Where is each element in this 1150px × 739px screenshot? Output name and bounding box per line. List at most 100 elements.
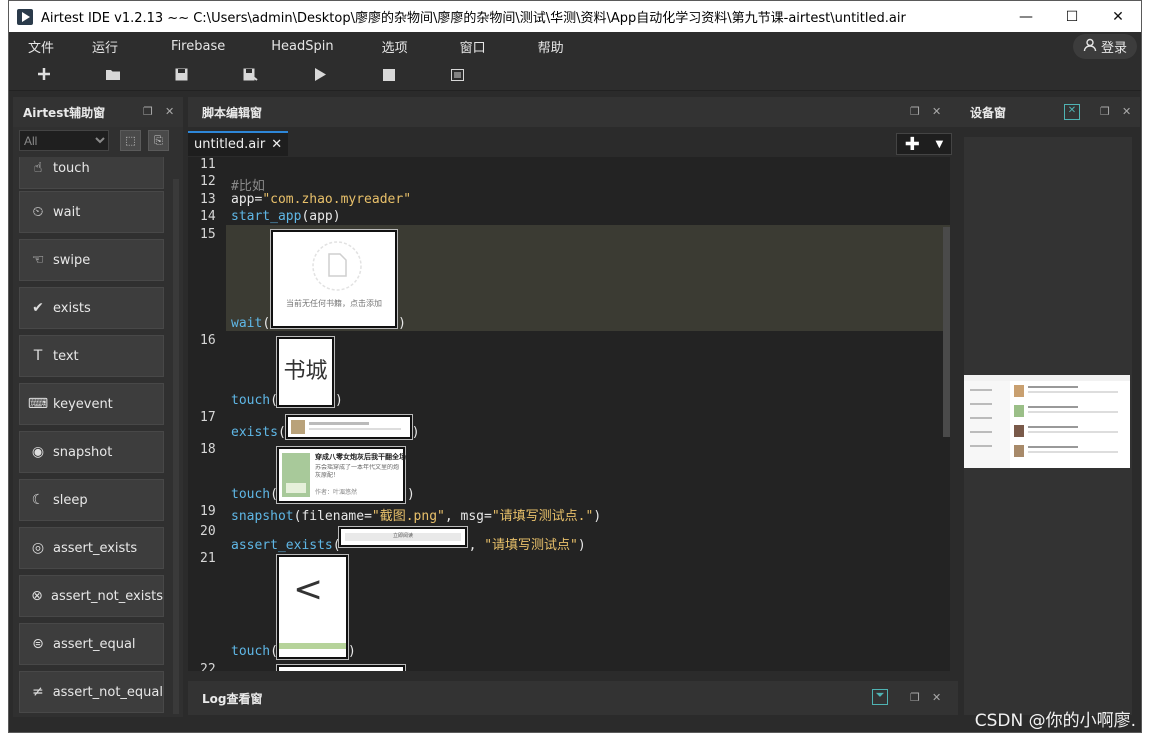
- login-label: 登录: [1100, 41, 1127, 56]
- main-toolbar: [9, 61, 1141, 91]
- api-item-snapshot[interactable]: ◉ snapshot: [19, 431, 164, 473]
- api-item-label: keyevent: [53, 396, 113, 412]
- menu-window[interactable]: 窗口: [434, 37, 512, 56]
- poco-record-button[interactable]: ⎘: [148, 130, 169, 151]
- api-item-assert-equal[interactable]: ⊜ assert_equal: [19, 623, 164, 665]
- close-panel-icon[interactable]: ✕: [932, 691, 941, 704]
- line-number: 20: [200, 524, 216, 539]
- api-item-swipe[interactable]: ☜ swipe: [19, 239, 164, 281]
- new-tab-button[interactable]: ✚ ▼: [896, 133, 952, 155]
- device-screen-preview[interactable]: [964, 375, 1130, 468]
- maximize-button[interactable]: ☐: [1049, 1, 1095, 32]
- code-line-19: snapshot(filename="截图.png", msg="请填写测试点.…: [231, 509, 602, 524]
- menu-help[interactable]: 帮助: [512, 37, 590, 56]
- minimize-button[interactable]: —: [1003, 1, 1049, 32]
- float-panel-icon[interactable]: ❐: [910, 105, 920, 118]
- code-area[interactable]: 11 12 13 14 15 16 17 18 19 20 21 22 #比如 …: [188, 157, 950, 671]
- close-panel-icon[interactable]: ✕: [165, 105, 174, 118]
- line-number-gutter: 11 12 13 14 15 16 17 18 19 20 21 22: [188, 157, 228, 671]
- line-number: 17: [200, 410, 216, 425]
- api-item-assert-exists[interactable]: ◎ assert_exists: [19, 527, 164, 569]
- float-panel-icon[interactable]: ❐: [910, 691, 920, 704]
- back-button-thumbnail[interactable]: <: [276, 554, 349, 660]
- bookstore-tab-thumbnail[interactable]: 书城: [276, 336, 335, 408]
- window-title: Airtest IDE v1.2.13 ~~ C:\Users\admin\De…: [41, 11, 906, 26]
- book-detail-thumbnail[interactable]: 穿成八零女炮灰后我干翻全场 苏会瑶穿成了一本年代文里的炮灰原配！ 作者：叶湄悠然: [276, 446, 406, 504]
- api-item-label: text: [53, 348, 79, 364]
- code-line-13: app="com.zhao.myreader": [231, 192, 412, 207]
- menu-bar: 文件 运行 Firebase HeadSpin 选项 窗口 帮助 登录: [9, 32, 1141, 61]
- menu-options[interactable]: 选项: [356, 37, 434, 56]
- record-button[interactable]: ⬚: [120, 130, 141, 151]
- menu-file[interactable]: 文件: [9, 37, 73, 56]
- target-icon: ◎: [31, 540, 45, 556]
- keyboard-icon: ⌨: [27, 396, 49, 412]
- filter-icon[interactable]: ⏷: [872, 689, 888, 705]
- api-item-wait[interactable]: ⏲ wait: [19, 191, 164, 233]
- folder-icon: [105, 66, 121, 85]
- close-panel-icon[interactable]: ✕: [1122, 105, 1131, 118]
- api-item-sleep[interactable]: ☾ sleep: [19, 479, 164, 521]
- assist-panel-header: Airtest辅助窗 ❐ ✕: [13, 97, 183, 127]
- close-panel-icon[interactable]: ✕: [932, 105, 941, 118]
- tab-untitled-air[interactable]: untitled.air ✕: [188, 131, 289, 156]
- run-icon: [314, 66, 326, 85]
- menu-headspin[interactable]: HeadSpin: [247, 39, 355, 54]
- line-number: 18: [200, 442, 216, 457]
- next-line-thumbnail[interactable]: [276, 664, 406, 671]
- device-panel-header: 设备窗 ✕ ❐ ✕: [958, 97, 1140, 127]
- save-button[interactable]: [147, 62, 216, 90]
- api-filter-select[interactable]: All: [19, 130, 109, 151]
- log-panel-title: Log查看窗: [202, 691, 263, 706]
- menu-run[interactable]: 运行: [73, 37, 137, 56]
- api-item-keyevent[interactable]: ⌨ keyevent: [19, 383, 164, 425]
- swipe-icon: ☜: [31, 252, 45, 268]
- api-item-text[interactable]: Ttext: [19, 335, 164, 377]
- touch-icon: ☝: [33, 160, 43, 176]
- tools-icon[interactable]: ✕: [1064, 104, 1080, 120]
- clock-icon: ⏲: [32, 204, 44, 220]
- api-item-touch[interactable]: ☝ touch: [19, 157, 164, 189]
- book-item-thumbnail[interactable]: [285, 414, 413, 440]
- book-description: 苏会瑶穿成了一本年代文里的炮灰原配！: [315, 464, 400, 479]
- new-script-button[interactable]: [9, 62, 78, 90]
- stop-script-button[interactable]: [354, 62, 423, 90]
- code-line-14: start_app(app): [231, 209, 341, 224]
- close-tab-icon[interactable]: ✕: [271, 137, 282, 152]
- api-item-exists[interactable]: ✔ exists: [19, 287, 164, 329]
- log-panel-header: Log查看窗 ⏷ ❐ ✕: [188, 681, 958, 715]
- line-number: 19: [200, 504, 216, 519]
- device-screen-area[interactable]: [964, 137, 1132, 715]
- api-item-label: touch: [53, 160, 90, 176]
- wait-target-thumbnail[interactable]: 当前无任何书籍，点击添加: [270, 229, 398, 329]
- read-now-button-thumbnail[interactable]: 立即阅读: [338, 526, 468, 548]
- api-item-label: exists: [53, 300, 91, 316]
- assist-scrollbar[interactable]: [173, 179, 179, 714]
- save-as-button[interactable]: [216, 62, 285, 90]
- api-item-label: assert_exists: [53, 540, 138, 556]
- airtest-ide-window: Airtest IDE v1.2.13 ~~ C:\Users\admin\De…: [8, 0, 1142, 733]
- open-folder-button[interactable]: [78, 62, 147, 90]
- float-panel-icon[interactable]: ❐: [1100, 105, 1110, 118]
- book-title: 穿成八零女炮灰后我干翻全场: [315, 453, 406, 461]
- close-button[interactable]: ✕: [1095, 1, 1141, 32]
- text-icon: T: [33, 348, 43, 364]
- back-arrow-icon: <: [293, 569, 324, 610]
- save-as-icon: [243, 66, 258, 85]
- assist-panel-title: Airtest辅助窗: [23, 105, 106, 120]
- menu-firebase[interactable]: Firebase: [137, 39, 247, 54]
- api-item-label: snapshot: [53, 444, 113, 460]
- view-log-button[interactable]: [423, 62, 492, 90]
- api-item-assert-not-exists[interactable]: ⊗ assert_not_exists: [19, 575, 164, 617]
- camera-record-icon: ⎘: [154, 133, 163, 147]
- editor-scrollbar[interactable]: [943, 227, 950, 437]
- status-bar: [9, 717, 1141, 732]
- float-panel-icon[interactable]: ❐: [143, 105, 153, 118]
- api-item-assert-not-equal[interactable]: ≠ assert_not_equal: [19, 671, 164, 713]
- dropdown-arrow-icon[interactable]: ▼: [935, 139, 943, 150]
- log-viewer-panel: Log查看窗 ⏷ ❐ ✕: [188, 681, 958, 715]
- login-button[interactable]: 登录: [1072, 34, 1137, 59]
- line-number: 12: [200, 174, 216, 189]
- run-script-button[interactable]: [285, 62, 354, 90]
- target-x-icon: ⊗: [31, 588, 43, 604]
